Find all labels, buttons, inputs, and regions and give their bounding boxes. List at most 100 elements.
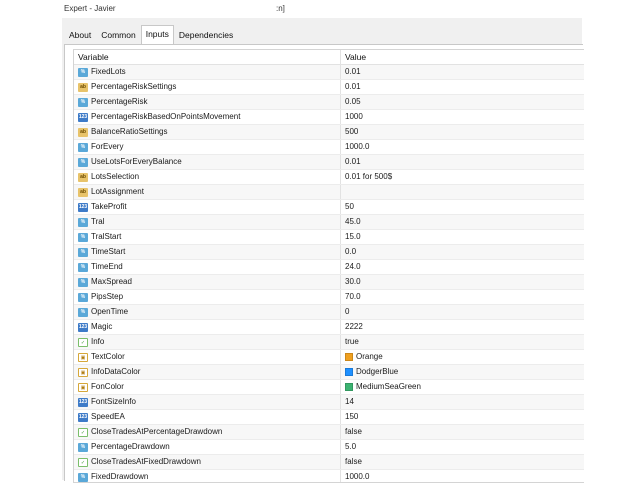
value-cell[interactable]: true — [340, 335, 584, 349]
tab-common[interactable]: Common — [96, 26, 140, 45]
value-cell[interactable]: 0.0 — [340, 245, 584, 259]
value-cell[interactable]: 1000.0 — [340, 470, 584, 482]
table-row[interactable]: % PercentageRisk 0.05 — [74, 95, 584, 110]
int-type-icon: 123 — [78, 412, 88, 422]
table-row[interactable]: 123 PercentageRiskBasedOnPointsMovement 10… — [74, 110, 584, 125]
header-value[interactable]: Value — [340, 50, 584, 64]
header-variable[interactable]: Variable — [74, 50, 340, 64]
variable-name: PercentageDrawdown — [91, 442, 170, 451]
table-row[interactable]: ab BalanceRatioSettings 500 — [74, 125, 584, 140]
table-row[interactable]: ab LotsSelection 0.01 for 500$ — [74, 170, 584, 185]
table-row[interactable]: % TimeEnd 24.0 — [74, 260, 584, 275]
value-cell[interactable]: 0.05 — [340, 95, 584, 109]
value-cell[interactable]: 15.0 — [340, 230, 584, 244]
table-row[interactable]: % FixedLots 0.01 — [74, 65, 584, 80]
window-title: Expert - Javier — [64, 4, 116, 13]
value-cell[interactable]: Orange — [340, 350, 584, 364]
variable-name: InfoDataColor — [91, 367, 141, 376]
variable-cell: ✓ Info — [74, 335, 340, 349]
table-row[interactable]: 123 FontSizeInfo 14 — [74, 395, 584, 410]
value-cell[interactable]: 5.0 — [340, 440, 584, 454]
value-cell[interactable]: 45.0 — [340, 215, 584, 229]
variable-value: 24.0 — [345, 262, 361, 271]
variable-name: LotsSelection — [91, 172, 140, 181]
variable-cell: 123 TakeProfit — [74, 200, 340, 214]
variable-value: false — [345, 427, 362, 436]
value-cell[interactable]: DodgerBlue — [340, 365, 584, 379]
value-cell[interactable]: 1000.0 — [340, 140, 584, 154]
int-type-icon: 123 — [78, 202, 88, 212]
value-cell[interactable]: false — [340, 425, 584, 439]
table-row[interactable]: ab PercentageRiskSettings 0.01 — [74, 80, 584, 95]
table-row[interactable]: % FixedDrawdown 1000.0 — [74, 470, 584, 482]
table-row[interactable]: ✓ CloseTradesAtFixedDrawdown false — [74, 455, 584, 470]
variable-value: 500 — [345, 127, 359, 136]
value-cell[interactable]: 0.01 for 500$ — [340, 170, 584, 184]
table-row[interactable]: % PipsStep 70.0 — [74, 290, 584, 305]
variable-value: 45.0 — [345, 217, 361, 226]
value-cell[interactable]: 150 — [340, 410, 584, 424]
table-row[interactable]: ✓ CloseTradesAtPercentageDrawdown false — [74, 425, 584, 440]
table-row[interactable]: % TimeStart 0.0 — [74, 245, 584, 260]
double-type-icon: % — [78, 292, 88, 302]
string-type-icon: ab — [78, 127, 88, 137]
variable-cell: % TralStart — [74, 230, 340, 244]
value-cell[interactable]: 50 — [340, 200, 584, 214]
double-type-icon: % — [78, 247, 88, 257]
value-cell[interactable]: 24.0 — [340, 260, 584, 274]
value-cell[interactable]: 30.0 — [340, 275, 584, 289]
tab-about[interactable]: About — [64, 26, 96, 45]
value-cell[interactable]: 500 — [340, 125, 584, 139]
tab-dependencies[interactable]: Dependencies — [174, 26, 238, 45]
variable-name: PercentageRisk — [91, 97, 148, 106]
table-row[interactable]: ✓ Info true — [74, 335, 584, 350]
variable-name: FontSizeInfo — [91, 397, 136, 406]
table-row[interactable]: % ForEvery 1000.0 — [74, 140, 584, 155]
table-row[interactable]: % MaxSpread 30.0 — [74, 275, 584, 290]
table-row[interactable]: % OpenTime 0 — [74, 305, 584, 320]
variable-name: BalanceRatioSettings — [91, 127, 168, 136]
table-row[interactable]: % UseLotsForEveryBalance 0.01 — [74, 155, 584, 170]
table-row[interactable]: 123 SpeedEA 150 — [74, 410, 584, 425]
double-type-icon: % — [78, 142, 88, 152]
value-cell[interactable]: MediumSeaGreen — [340, 380, 584, 394]
value-cell[interactable]: 0.01 — [340, 65, 584, 79]
table-row[interactable]: ▣ InfoDataColor DodgerBlue — [74, 365, 584, 380]
value-cell[interactable]: 0 — [340, 305, 584, 319]
value-cell[interactable]: 1000 — [340, 110, 584, 124]
variable-cell: ▣ InfoDataColor — [74, 365, 340, 379]
variable-cell: % OpenTime — [74, 305, 340, 319]
variable-name: CloseTradesAtPercentageDrawdown — [91, 427, 223, 436]
variable-cell: ab LotAssignment — [74, 185, 340, 199]
value-cell[interactable]: false — [340, 455, 584, 469]
string-type-icon: ab — [78, 172, 88, 182]
tab-inputs[interactable]: Inputs — [140, 25, 174, 45]
value-cell[interactable]: 0.01 — [340, 155, 584, 169]
table-row[interactable]: 123 TakeProfit 50 — [74, 200, 584, 215]
table-row[interactable]: % TralStart 15.0 — [74, 230, 584, 245]
table-row[interactable]: ab LotAssignment — [74, 185, 584, 200]
tab-bar: About Common Inputs Dependencies — [64, 25, 238, 45]
variable-cell: % Tral — [74, 215, 340, 229]
value-cell[interactable]: 2222 — [340, 320, 584, 334]
table-row[interactable]: ▣ TextColor Orange — [74, 350, 584, 365]
variable-value: 1000.0 — [345, 142, 370, 151]
value-cell[interactable]: 0.01 — [340, 80, 584, 94]
value-cell[interactable]: 70.0 — [340, 290, 584, 304]
variable-cell: ✓ CloseTradesAtPercentageDrawdown — [74, 425, 340, 439]
window-titlebar: Expert - Javier :n] — [0, 0, 640, 18]
variable-name: TimeStart — [91, 247, 126, 256]
table-row[interactable]: % PercentageDrawdown 5.0 — [74, 440, 584, 455]
variable-name: UseLotsForEveryBalance — [91, 157, 182, 166]
table-row[interactable]: % Tral 45.0 — [74, 215, 584, 230]
variable-cell: 123 SpeedEA — [74, 410, 340, 424]
color-swatch — [345, 383, 353, 391]
string-type-icon: ab — [78, 82, 88, 92]
value-cell[interactable] — [340, 185, 584, 199]
variable-cell: % TimeStart — [74, 245, 340, 259]
variable-cell: % FixedLots — [74, 65, 340, 79]
value-cell[interactable]: 14 — [340, 395, 584, 409]
table-row[interactable]: 123 Magic 2222 — [74, 320, 584, 335]
variable-value: 0.01 — [345, 82, 361, 91]
table-row[interactable]: ▣ FonColor MediumSeaGreen — [74, 380, 584, 395]
